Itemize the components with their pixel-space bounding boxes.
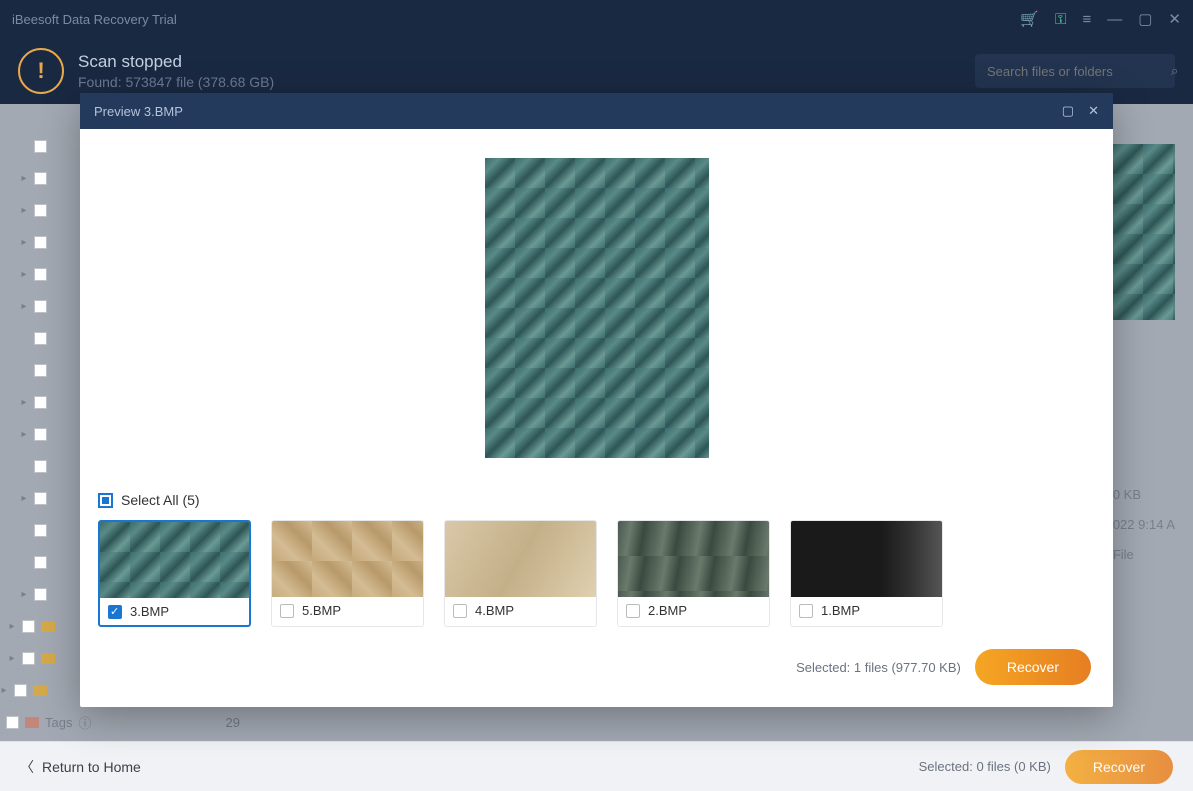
minimize-icon[interactable]: — bbox=[1107, 11, 1122, 28]
maximize-icon[interactable]: ▢ bbox=[1138, 10, 1152, 28]
thumbnail-name: 2.BMP bbox=[648, 603, 687, 618]
thumbnail-label-row: 3.BMP bbox=[100, 598, 249, 625]
modal-header: Preview 3.BMP ▢ ✕ bbox=[80, 93, 1113, 129]
info-type: File bbox=[1113, 540, 1175, 570]
thumbnail-name: 5.BMP bbox=[302, 603, 341, 618]
search-bar[interactable]: ⌕ bbox=[975, 54, 1175, 88]
tags-label: Tags bbox=[45, 715, 72, 730]
modal-close-icon[interactable]: ✕ bbox=[1088, 103, 1099, 119]
thumbnail-name: 3.BMP bbox=[130, 604, 169, 619]
chevron-left-icon: 〈 bbox=[20, 757, 34, 777]
close-icon[interactable]: ✕ bbox=[1168, 10, 1181, 28]
cart-icon[interactable]: 🛒 bbox=[1020, 10, 1039, 28]
thumbnail-row: 3.BMP 5.BMP 4.BMP 2.BMP 1.BMP bbox=[80, 520, 1113, 627]
recover-button[interactable]: Recover bbox=[975, 649, 1091, 685]
thumbnail-image bbox=[272, 521, 423, 597]
modal-maximize-icon[interactable]: ▢ bbox=[1062, 103, 1074, 119]
modal-selected-text: Selected: 1 files (977.70 KB) bbox=[796, 660, 961, 675]
thumbnail-image bbox=[100, 522, 249, 598]
thumbnail-label-row: 5.BMP bbox=[272, 597, 423, 624]
thumbnail[interactable]: 5.BMP bbox=[271, 520, 424, 627]
window-controls: 🛒 ⚿ ≡ — ▢ ✕ bbox=[1020, 10, 1181, 28]
info-size: 0 KB bbox=[1113, 480, 1175, 510]
preview-area bbox=[80, 129, 1113, 482]
side-preview bbox=[1113, 144, 1175, 320]
thumbnail-checkbox[interactable] bbox=[453, 604, 467, 618]
thumbnail[interactable]: 3.BMP bbox=[98, 520, 251, 627]
titlebar: iBeesoft Data Recovery Trial 🛒 ⚿ ≡ — ▢ ✕ bbox=[0, 0, 1193, 38]
thumbnail-checkbox[interactable] bbox=[108, 605, 122, 619]
thumbnail-label-row: 2.BMP bbox=[618, 597, 769, 624]
thumbnail-checkbox[interactable] bbox=[799, 604, 813, 618]
thumbnail[interactable]: 4.BMP bbox=[444, 520, 597, 627]
thumbnail-label-row: 1.BMP bbox=[791, 597, 942, 624]
thumbnail-image bbox=[618, 521, 769, 597]
scan-status: Scan stopped bbox=[78, 52, 274, 72]
footer-recover-button[interactable]: Recover bbox=[1065, 750, 1173, 784]
search-input[interactable] bbox=[987, 64, 1163, 79]
modal-title: Preview 3.BMP bbox=[94, 104, 1062, 119]
thumbnail[interactable]: 2.BMP bbox=[617, 520, 770, 627]
footer-selected: Selected: 0 files (0 KB) bbox=[919, 759, 1051, 774]
warning-icon: ! bbox=[18, 48, 64, 94]
thumbnail[interactable]: 1.BMP bbox=[790, 520, 943, 627]
select-all-row[interactable]: Select All (5) bbox=[80, 482, 1113, 520]
tags-count: 29 bbox=[226, 715, 240, 730]
preview-image bbox=[485, 158, 709, 458]
app-title: iBeesoft Data Recovery Trial bbox=[12, 12, 1020, 27]
thumbnail-label-row: 4.BMP bbox=[445, 597, 596, 624]
thumbnail-checkbox[interactable] bbox=[280, 604, 294, 618]
modal-footer: Selected: 1 files (977.70 KB) Recover bbox=[80, 627, 1113, 707]
scan-found: Found: 573847 file (378.68 GB) bbox=[78, 74, 274, 90]
menu-icon[interactable]: ≡ bbox=[1082, 11, 1091, 28]
footer: 〈 Return to Home Selected: 0 files (0 KB… bbox=[0, 741, 1193, 791]
thumbnail-image bbox=[445, 521, 596, 597]
info-date: 022 9:14 A bbox=[1113, 510, 1175, 540]
return-home-label: Return to Home bbox=[42, 759, 141, 775]
thumbnail-checkbox[interactable] bbox=[626, 604, 640, 618]
search-icon[interactable]: ⌕ bbox=[1171, 63, 1178, 79]
preview-modal: Preview 3.BMP ▢ ✕ Select All (5) 3.BMP 5.… bbox=[80, 93, 1113, 707]
thumbnail-name: 4.BMP bbox=[475, 603, 514, 618]
return-home-button[interactable]: 〈 Return to Home bbox=[20, 757, 141, 777]
select-all-checkbox[interactable] bbox=[98, 493, 113, 508]
thumbnail-image bbox=[791, 521, 942, 597]
header-text: Scan stopped Found: 573847 file (378.68 … bbox=[78, 52, 274, 90]
select-all-label: Select All (5) bbox=[121, 492, 200, 508]
thumbnail-name: 1.BMP bbox=[821, 603, 860, 618]
key-icon[interactable]: ⚿ bbox=[1055, 11, 1066, 28]
